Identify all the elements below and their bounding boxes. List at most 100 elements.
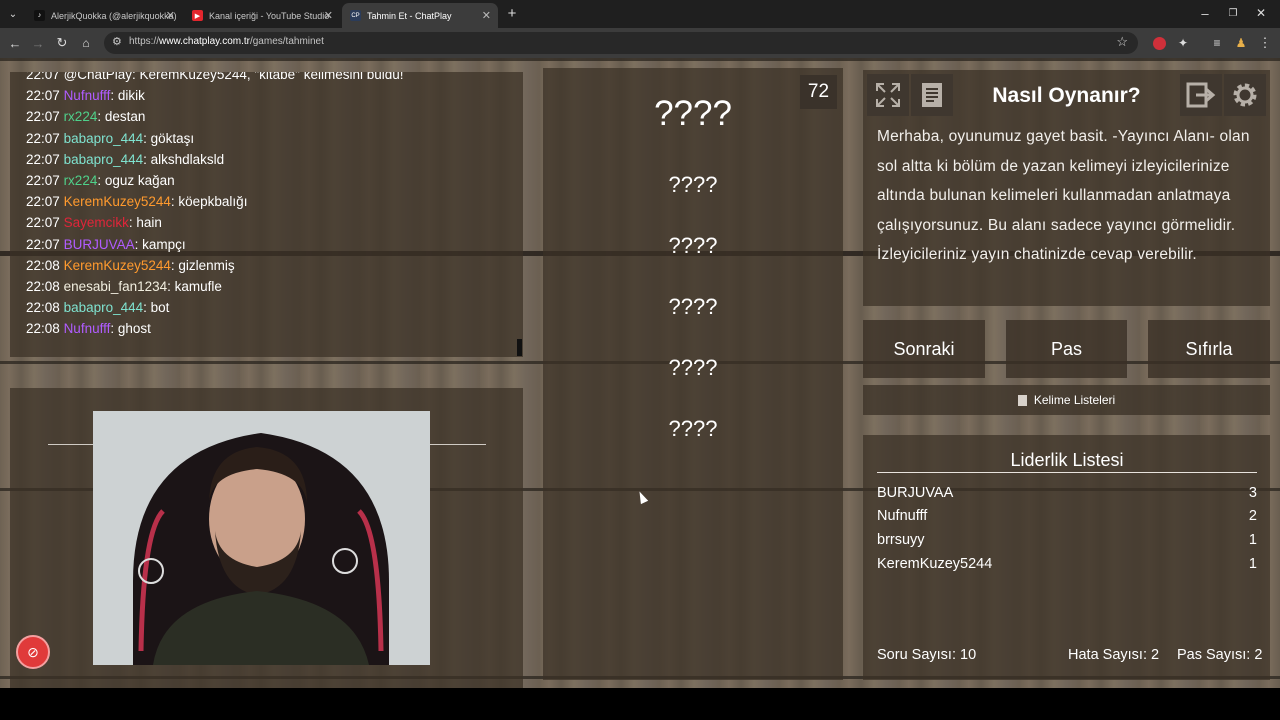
word-lists-button[interactable]: Kelime Listeleri xyxy=(863,385,1270,415)
chat-username[interactable]: Sayemcikk xyxy=(64,215,129,230)
forbidden-word: ???? xyxy=(668,355,718,380)
exit-icon xyxy=(1186,82,1216,108)
chat-time: 22:08 xyxy=(26,257,60,273)
chat-message: 22:07 babapro_444: alkshdlaksld xyxy=(26,152,224,167)
close-icon[interactable]: ✕ xyxy=(166,9,175,22)
chat-text: : dikik xyxy=(110,88,145,104)
pass-button[interactable]: Pas xyxy=(1006,320,1127,378)
tab-tiktok[interactable]: ♪ AlerjikQuokka (@alerjikquokka) ✕ xyxy=(26,3,182,28)
chat-time: 22:07 xyxy=(26,88,60,104)
chat-message: 22:07 rx224: destan xyxy=(26,109,145,124)
player-name: Nufnufff xyxy=(877,508,928,524)
divider xyxy=(877,472,1257,473)
pass-count: Pas Sayısı: 2 xyxy=(1177,647,1263,663)
chat-time: 22:07 xyxy=(26,173,60,188)
forbidden-word: ???? xyxy=(668,172,718,197)
record-toggle-button[interactable]: ⊘ xyxy=(16,635,50,669)
close-icon[interactable]: ✕ xyxy=(482,9,491,22)
chat-text: : hain xyxy=(128,215,162,231)
chat-message: 22:07 babapro_444: göktaşı xyxy=(26,131,194,146)
forward-icon[interactable]: → xyxy=(29,34,47,52)
chat-text: : kamufle xyxy=(167,279,222,294)
player-name: brrsuyy xyxy=(877,532,925,548)
media-controls-icon[interactable]: ≡ xyxy=(1208,34,1226,52)
chat-username[interactable]: KeremKuzey5244 xyxy=(64,258,171,273)
leaderboard-row: BURJUVAA 3 xyxy=(877,485,1257,501)
chat-username[interactable]: BURJUVAA xyxy=(64,237,135,252)
chat-text: : oguz kağan xyxy=(97,173,175,188)
url-path: /games/tahminet xyxy=(249,36,324,47)
address-bar[interactable]: ⚙ https://www.chatplay.com.tr/games/tahm… xyxy=(104,32,1138,54)
url-text: https://www.chatplay.com.tr/games/tahmin… xyxy=(129,36,324,47)
chat-username[interactable]: babapro_444 xyxy=(64,300,144,315)
gear-icon xyxy=(1233,83,1257,107)
close-icon[interactable]: ✕ xyxy=(324,9,333,22)
how-to-play-text: Merhaba, oyunumuz gayet basit. -Yayıncı … xyxy=(877,128,1250,263)
leaderboard-row: Nufnufff 2 xyxy=(877,508,1257,524)
tab-chatplay[interactable]: CP Tahmin Et - ChatPlay ✕ xyxy=(342,3,498,28)
site-info-icon[interactable]: ⚙ xyxy=(112,35,122,48)
chat-message: 22:07 rx224: oguz kağan xyxy=(26,173,175,188)
game-page: 22:07 @ChatPlay: KeremKuzey5244, "kitabe… xyxy=(0,58,1280,688)
chat-scrollbar[interactable] xyxy=(517,339,522,356)
window-close-icon[interactable]: ✕ xyxy=(1252,4,1270,22)
chatplay-icon: CP xyxy=(350,10,361,21)
list-icon xyxy=(1017,394,1027,406)
leaderboard-row: brrsuyy 1 xyxy=(877,532,1257,548)
chat-time: 22:07 xyxy=(26,130,60,146)
settings-button[interactable] xyxy=(1224,74,1266,116)
target-word: ???? xyxy=(654,94,732,133)
chat-text: : bot xyxy=(143,300,170,316)
home-icon[interactable]: ⌂ xyxy=(77,34,95,52)
webcam-image xyxy=(93,411,430,665)
tab-search-icon[interactable]: ⌄ xyxy=(4,5,22,23)
player-score: 1 xyxy=(1248,532,1257,548)
chat-text: : KeremKuzey5244, "kitabe" kelimesini bu… xyxy=(132,72,404,82)
player-score: 3 xyxy=(1248,485,1257,501)
chat-time: 22:07 xyxy=(26,72,60,82)
tab-title: AlerjikQuokka (@alerjikquokka) xyxy=(51,10,177,21)
chat-time: 22:08 xyxy=(26,300,60,316)
new-tab-icon[interactable]: + xyxy=(503,4,521,22)
chat-username[interactable]: @ChatPlay xyxy=(64,72,132,82)
chat-text: : kampçı xyxy=(134,236,186,252)
extensions-icon[interactable]: ✦ xyxy=(1174,34,1192,52)
restore-icon[interactable]: ❐ xyxy=(1224,4,1242,22)
browser-tab-strip: ⌄ ♪ AlerjikQuokka (@alerjikquokka) ✕ ▶ K… xyxy=(0,0,1280,28)
chat-message: 22:07 Nufnufff: dikik xyxy=(26,88,145,103)
chat-username[interactable]: babapro_444 xyxy=(64,131,144,146)
chat-username[interactable]: babapro_444 xyxy=(64,152,144,167)
error-count: Hata Sayısı: 2 xyxy=(1068,647,1160,663)
tab-youtube-studio[interactable]: ▶ Kanal içeriği - YouTube Studio ✕ xyxy=(184,3,340,28)
chat-username[interactable]: Nufnufff xyxy=(64,321,111,336)
chat-message: 22:07 Sayemcikk: hain xyxy=(26,215,162,230)
profile-extension-icon[interactable] xyxy=(1150,34,1168,52)
chat-text: : gizlenmiş xyxy=(170,257,235,273)
bookmark-star-icon[interactable]: ☆ xyxy=(1116,34,1128,50)
player-score: 1 xyxy=(1248,556,1257,572)
account-avatar-icon[interactable]: ♟ xyxy=(1232,34,1250,52)
back-icon[interactable]: ← xyxy=(6,34,24,52)
chat-time: 22:07 xyxy=(26,236,60,252)
chat-text: : göktaşı xyxy=(143,130,195,146)
record-off-icon: ⊘ xyxy=(27,643,39,660)
chat-time: 22:07 xyxy=(26,194,60,210)
chat-time: 22:07 xyxy=(26,151,60,167)
browser-menu-icon[interactable]: ⋮ xyxy=(1256,34,1274,52)
reload-icon[interactable]: ↻ xyxy=(53,34,71,52)
chat-username[interactable]: KeremKuzey5244 xyxy=(64,194,171,209)
chat-message: 22:08 Nufnufff: ghost xyxy=(26,321,151,336)
minimize-icon[interactable]: – xyxy=(1196,4,1214,22)
chat-username[interactable]: rx224 xyxy=(64,173,98,188)
url-host: www.chatplay.com.tr xyxy=(159,36,250,47)
chat-panel: 22:07 @ChatPlay: KeremKuzey5244, "kitabe… xyxy=(10,72,523,357)
exit-button[interactable] xyxy=(1180,74,1222,116)
chat-username[interactable]: Nufnufff xyxy=(64,88,111,103)
next-button[interactable]: Sonraki xyxy=(863,320,985,378)
forbidden-word: ???? xyxy=(668,416,718,441)
reset-button[interactable]: Sıfırla xyxy=(1148,320,1270,378)
question-count: Soru Sayısı: 10 xyxy=(877,647,977,663)
chat-username[interactable]: enesabi_fan1234 xyxy=(64,279,168,294)
chat-username[interactable]: rx224 xyxy=(64,109,98,124)
chat-text: : ghost xyxy=(110,321,151,337)
